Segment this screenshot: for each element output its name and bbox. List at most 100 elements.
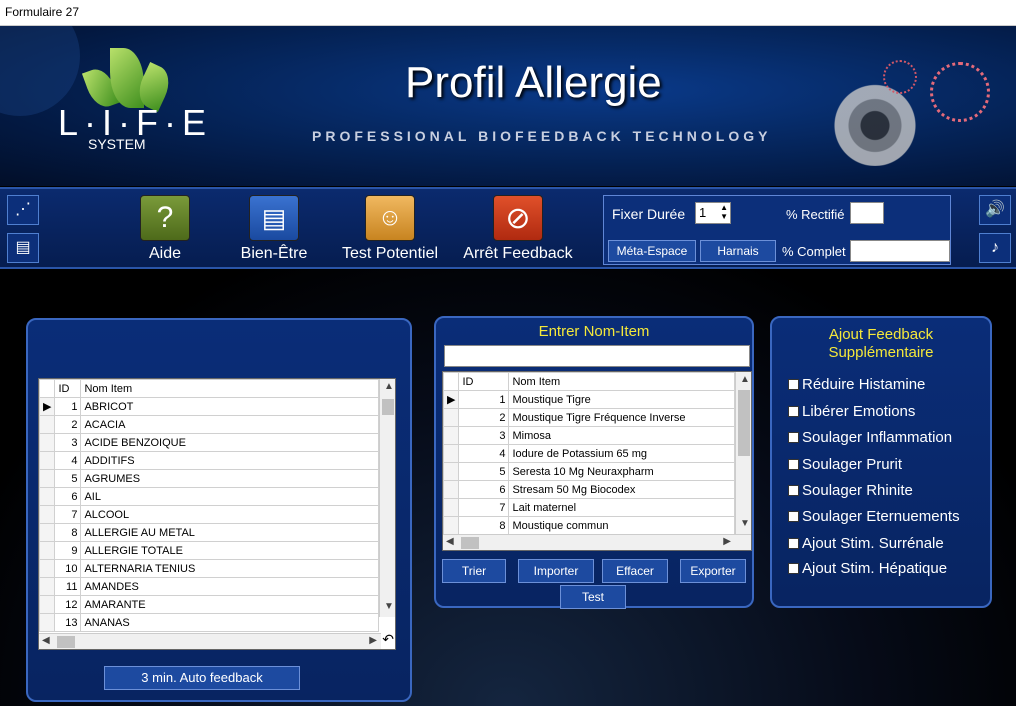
checkbox[interactable]	[788, 538, 799, 549]
table-row[interactable]: 7 ALCOOL	[39, 505, 395, 524]
table-row[interactable]: 4 ADDITIFS	[39, 451, 395, 470]
option-label: Libérer Emotions	[802, 403, 916, 420]
scroll-thumb[interactable]	[461, 537, 479, 549]
cell-id: 5	[458, 462, 510, 481]
checkbox[interactable]	[788, 379, 799, 390]
undo-icon[interactable]: ↶	[382, 631, 394, 648]
row-indicator	[443, 426, 460, 445]
table-row[interactable]: 5 AGRUMES	[39, 469, 395, 488]
table-row[interactable]: 8 Moustique commun	[443, 516, 751, 535]
horizontal-scrollbar[interactable]: ◀ ▶	[39, 633, 381, 649]
table-row[interactable]: 2 ACACIA	[39, 415, 395, 434]
tagline: PROFESSIONAL BIOFEEDBACK TECHNOLOGY	[312, 128, 772, 144]
scroll-thumb[interactable]	[738, 390, 750, 456]
cell-name: Moustique Tigre	[508, 390, 735, 409]
table-row[interactable]: 8 ALLERGIE AU METAL	[39, 523, 395, 542]
table-row[interactable]: 5 Seresta 10 Mg Neuraxpharm	[443, 462, 751, 481]
table-row[interactable]: 13 ANANAS	[39, 613, 395, 632]
checkbox[interactable]	[788, 406, 799, 417]
col-name-header[interactable]: Nom Item	[80, 379, 379, 398]
table-row[interactable]: ▶ 1 ABRICOT	[39, 397, 395, 416]
cell-id: 3	[54, 433, 82, 452]
cell-name: ALCOOL	[80, 505, 379, 524]
vertical-scrollbar[interactable]: ▲ ▼	[735, 372, 751, 534]
meta-espace-button[interactable]: Méta-Espace	[608, 240, 696, 262]
chat-icon[interactable]: ▤	[7, 233, 39, 263]
option-reduire-histamine[interactable]: Réduire Histamine	[788, 376, 925, 393]
cell-id: 13	[54, 613, 82, 632]
scroll-up-icon[interactable]: ▲	[740, 374, 750, 385]
eye-graphic	[800, 76, 950, 166]
table-row[interactable]: 2 Moustique Tigre Fréquence Inverse	[443, 408, 751, 427]
harnais-button[interactable]: Harnais	[700, 240, 776, 262]
col-id-header[interactable]: ID	[458, 372, 510, 391]
option-ajout-stim-surrenale[interactable]: Ajout Stim. Surrénale	[788, 535, 944, 552]
aide-button[interactable]: ? Aide	[132, 195, 198, 263]
checkbox[interactable]	[788, 432, 799, 443]
option-soulager-prurit[interactable]: Soulager Prurit	[788, 456, 902, 473]
scroll-thumb[interactable]	[57, 636, 75, 648]
cell-id: 11	[54, 577, 82, 596]
table-row[interactable]: 7 Lait maternel	[443, 498, 751, 517]
items-grid[interactable]: ID Nom Item ▶ 1 ABRICOT 2 ACACIA 3 ACIDE BEN…	[38, 378, 396, 650]
selected-items-grid[interactable]: ID Nom Item ▶ 1 Moustique Tigre 2 Moustique…	[442, 371, 752, 551]
importer-button[interactable]: Importer	[518, 559, 594, 583]
test-button[interactable]: Test	[560, 585, 626, 609]
row-indicator	[39, 559, 56, 578]
horizontal-scrollbar[interactable]: ◀ ▶	[443, 534, 751, 550]
auto-feedback-button[interactable]: 3 min. Auto feedback	[104, 666, 300, 690]
aide-label: Aide	[148, 245, 182, 262]
table-row[interactable]: 10 ALTERNARIA TENIUS	[39, 559, 395, 578]
item-name-input[interactable]	[444, 345, 750, 367]
scroll-left-icon[interactable]: ◀	[42, 635, 50, 646]
table-row[interactable]: 9 ALLERGIE TOTALE	[39, 541, 395, 560]
option-liberer-emotions[interactable]: Libérer Emotions	[788, 403, 915, 420]
exporter-button[interactable]: Exporter	[680, 559, 746, 583]
arret-feedback-button[interactable]: ⊘ Arrêt Feedback	[460, 195, 576, 263]
scroll-left-icon[interactable]: ◀	[446, 536, 454, 547]
table-row[interactable]: 11 AMANDES	[39, 577, 395, 596]
table-row[interactable]: 6 AIL	[39, 487, 395, 506]
option-soulager-inflammation[interactable]: Soulager Inflammation	[788, 429, 952, 446]
cell-name: ACACIA	[80, 415, 379, 434]
duration-spinner[interactable]: 1 ▲ ▼	[695, 202, 731, 224]
feedback-title-line1: Ajout Feedback	[828, 326, 934, 343]
pendulum-icon[interactable]: ⋰	[7, 195, 39, 225]
row-indicator	[39, 523, 56, 542]
scroll-down-icon[interactable]: ▼	[740, 518, 750, 529]
cell-name: AIL	[80, 487, 379, 506]
table-row[interactable]: 3 ACIDE BENZOIQUE	[39, 433, 395, 452]
cell-name: AMARANTE	[80, 595, 379, 614]
option-ajout-stim-hepatique[interactable]: Ajout Stim. Hépatique	[788, 560, 947, 577]
bien-etre-button[interactable]: ▤ Bien-Être	[234, 195, 314, 263]
effacer-button[interactable]: Effacer	[602, 559, 668, 583]
head-icon: ☺	[365, 195, 415, 241]
table-row[interactable]: 3 Mimosa	[443, 426, 751, 445]
scroll-right-icon[interactable]: ▶	[369, 635, 377, 646]
scroll-down-icon[interactable]: ▼	[384, 601, 394, 612]
spinner-arrows-icon[interactable]: ▲ ▼	[720, 203, 728, 221]
option-soulager-eternuements[interactable]: Soulager Eternuements	[788, 508, 960, 525]
table-row[interactable]: 6 Stresam 50 Mg Biocodex	[443, 480, 751, 499]
table-row[interactable]: 12 AMARANTE	[39, 595, 395, 614]
checkbox[interactable]	[788, 511, 799, 522]
page-title: Profil Allergie	[405, 58, 662, 107]
option-soulager-rhinite[interactable]: Soulager Rhinite	[788, 482, 913, 499]
row-indicator	[443, 480, 460, 499]
table-row[interactable]: ▶ 1 Moustique Tigre	[443, 390, 751, 409]
col-id-header[interactable]: ID	[54, 379, 82, 398]
table-row[interactable]: 4 Iodure de Potassium 65 mg	[443, 444, 751, 463]
scroll-thumb[interactable]	[382, 399, 394, 415]
speaker-icon[interactable]: 🔊	[979, 195, 1011, 225]
vertical-scrollbar[interactable]: ▲ ▼	[379, 379, 395, 617]
stop-icon: ⊘	[493, 195, 543, 241]
scroll-up-icon[interactable]: ▲	[384, 381, 394, 392]
trier-button[interactable]: Trier	[442, 559, 506, 583]
checkbox[interactable]	[788, 485, 799, 496]
checkbox[interactable]	[788, 563, 799, 574]
col-name-header[interactable]: Nom Item	[508, 372, 735, 391]
music-icon[interactable]: ♪	[979, 233, 1011, 263]
scroll-right-icon[interactable]: ▶	[723, 536, 731, 547]
checkbox[interactable]	[788, 459, 799, 470]
test-potentiel-button[interactable]: ☺ Test Potentiel	[338, 195, 442, 263]
